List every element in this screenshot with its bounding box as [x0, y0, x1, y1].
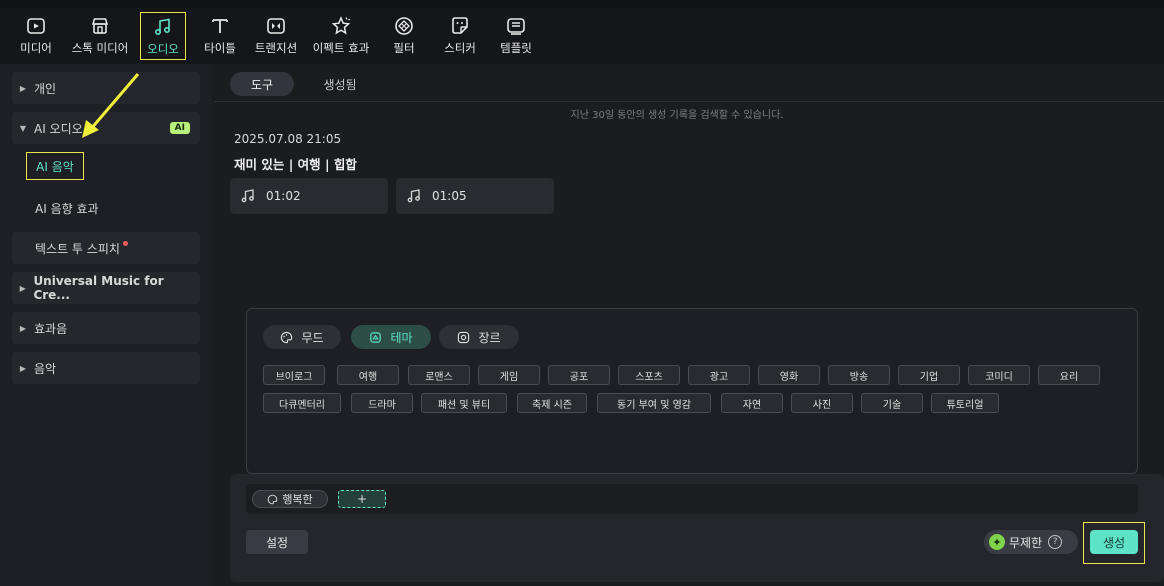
- theme-chip[interactable]: 브이로그: [263, 365, 325, 385]
- theme-chip[interactable]: 광고: [688, 365, 750, 385]
- sidebar-item-ai-sfx[interactable]: AI 음향 효과: [12, 192, 200, 224]
- yellow-annotation-arrow: [82, 73, 140, 138]
- theme-chip[interactable]: 자연: [721, 393, 783, 413]
- transition-icon: [265, 15, 287, 37]
- theme-chip[interactable]: 패션 및 뷰티: [421, 393, 507, 413]
- genre-disc-icon: [458, 331, 470, 343]
- theme-chip[interactable]: 게임: [478, 365, 540, 385]
- sidebar: ▶ 개인 ▼ AI 오디오 AI AI 음악 AI 음향 효과 텍스트 투 스피…: [0, 64, 212, 586]
- audio-note-icon: [152, 16, 174, 38]
- expanded-triangle-icon: ▼: [19, 123, 27, 133]
- sticker-icon: [449, 15, 471, 37]
- theme-chip[interactable]: 로맨스: [408, 365, 470, 385]
- music-note-icon: [241, 189, 254, 203]
- template-icon: [505, 15, 527, 37]
- collapsed-triangle-icon: ▶: [19, 283, 26, 293]
- toolbar-audio[interactable]: 오디오: [140, 12, 186, 60]
- collapsed-triangle-icon: ▶: [19, 83, 27, 93]
- tab-tools[interactable]: 도구: [230, 72, 294, 96]
- add-tag-button[interactable]: +: [338, 490, 386, 508]
- title-t-icon: [209, 15, 231, 37]
- toolbar-filter[interactable]: 필터: [384, 12, 424, 60]
- theme-chip[interactable]: 다큐멘터리: [263, 393, 341, 413]
- sidebar-item-ai-music[interactable]: AI 음악: [26, 152, 84, 180]
- history-date: 2025.07.08 21:05: [234, 132, 342, 146]
- panel-tab-genre[interactable]: 장르: [439, 325, 519, 349]
- new-dot-indicator: [122, 240, 128, 246]
- sparkle-credit-icon: ✦: [989, 534, 1005, 550]
- mood-palette-icon: [281, 331, 293, 343]
- history-title: 재미 있는 | 여행 | 힙합: [234, 157, 357, 172]
- main-content: 도구 생성됨 지난 30일 동안의 생성 기록을 검색할 수 있습니다. 202…: [214, 64, 1164, 586]
- toolbar-title[interactable]: 타이틀: [198, 12, 242, 60]
- mood-palette-icon: [268, 494, 278, 504]
- tab-generated[interactable]: 생성됨: [310, 72, 370, 96]
- toolbar-transition[interactable]: 트랜지션: [248, 12, 304, 60]
- theme-chip[interactable]: 방송: [828, 365, 890, 385]
- sidebar-item-sfx[interactable]: ▶ 효과음: [12, 312, 200, 344]
- ai-badge: AI: [169, 122, 190, 134]
- panel-tab-theme[interactable]: 테마: [351, 325, 431, 349]
- sidebar-item-music[interactable]: ▶ 음악: [12, 352, 200, 384]
- collapsed-triangle-icon: ▶: [19, 363, 27, 373]
- theme-chip[interactable]: 동기 부여 및 영감: [597, 393, 711, 413]
- toolbar-sticker[interactable]: 스티커: [438, 12, 482, 60]
- filter-icon: [393, 15, 415, 37]
- theme-chip[interactable]: 공포: [548, 365, 610, 385]
- theme-chip[interactable]: 기업: [898, 365, 960, 385]
- history-hint: 지난 30일 동안의 생성 기록을 검색할 수 있습니다.: [570, 110, 784, 121]
- generated-clip[interactable]: 01:02: [230, 178, 388, 214]
- top-toolbar: 미디어 스톡 미디어 오디오 타이틀 트랜지션 이펙트 효과 필터 스티커 템플…: [0, 8, 1164, 64]
- generate-highlight-box: [1083, 522, 1145, 564]
- generated-clip[interactable]: 01:05: [396, 178, 554, 214]
- sidebar-item-universal-music[interactable]: ▶ Universal Music for Cre...: [12, 272, 200, 304]
- clip-duration: 01:05: [432, 189, 467, 203]
- prompt-area: 행복한 + 설정 ✦ 무제한 ? 생성: [230, 474, 1164, 582]
- panel-tab-mood[interactable]: 무드: [263, 325, 341, 349]
- help-icon[interactable]: ?: [1048, 535, 1063, 549]
- theme-chip[interactable]: 사진: [791, 393, 853, 413]
- media-icon: [25, 15, 47, 37]
- stock-media-icon: [89, 15, 111, 37]
- effect-star-icon: [330, 15, 352, 37]
- music-note-icon: [407, 189, 420, 203]
- window-top-strip: [0, 0, 1164, 8]
- collapsed-triangle-icon: ▶: [19, 323, 27, 333]
- selected-tag[interactable]: 행복한: [252, 490, 328, 508]
- sidebar-item-tts[interactable]: 텍스트 투 스피치: [12, 232, 200, 264]
- unlimited-credits-button[interactable]: ✦ 무제한 ?: [984, 530, 1078, 554]
- prompt-input[interactable]: 행복한 +: [246, 484, 1138, 514]
- theme-chip[interactable]: 코미디: [968, 365, 1030, 385]
- theme-chip[interactable]: 축제 시즌: [517, 393, 587, 413]
- theme-chip[interactable]: 요리: [1038, 365, 1100, 385]
- theme-chip[interactable]: 여행: [337, 365, 399, 385]
- theme-chip[interactable]: 튜토리얼: [931, 393, 999, 413]
- theme-icon: [370, 331, 382, 343]
- toolbar-effects[interactable]: 이펙트 효과: [306, 12, 376, 60]
- toolbar-template[interactable]: 템플릿: [494, 12, 538, 60]
- theme-chip[interactable]: 영화: [758, 365, 820, 385]
- prompt-options-panel: 무드 테마 장르 브이로그 여행 로맨스 게임 공포 스포츠 광고 영화 방송 …: [246, 308, 1138, 474]
- theme-chip[interactable]: 기술: [861, 393, 923, 413]
- theme-chip[interactable]: 드라마: [351, 393, 413, 413]
- settings-button[interactable]: 설정: [246, 530, 308, 554]
- toolbar-stock-media[interactable]: 스톡 미디어: [64, 12, 136, 60]
- toolbar-media[interactable]: 미디어: [14, 12, 58, 60]
- clip-duration: 01:02: [266, 189, 301, 203]
- theme-chip[interactable]: 스포츠: [618, 365, 680, 385]
- main-tabs: 도구 생성됨: [214, 64, 1164, 102]
